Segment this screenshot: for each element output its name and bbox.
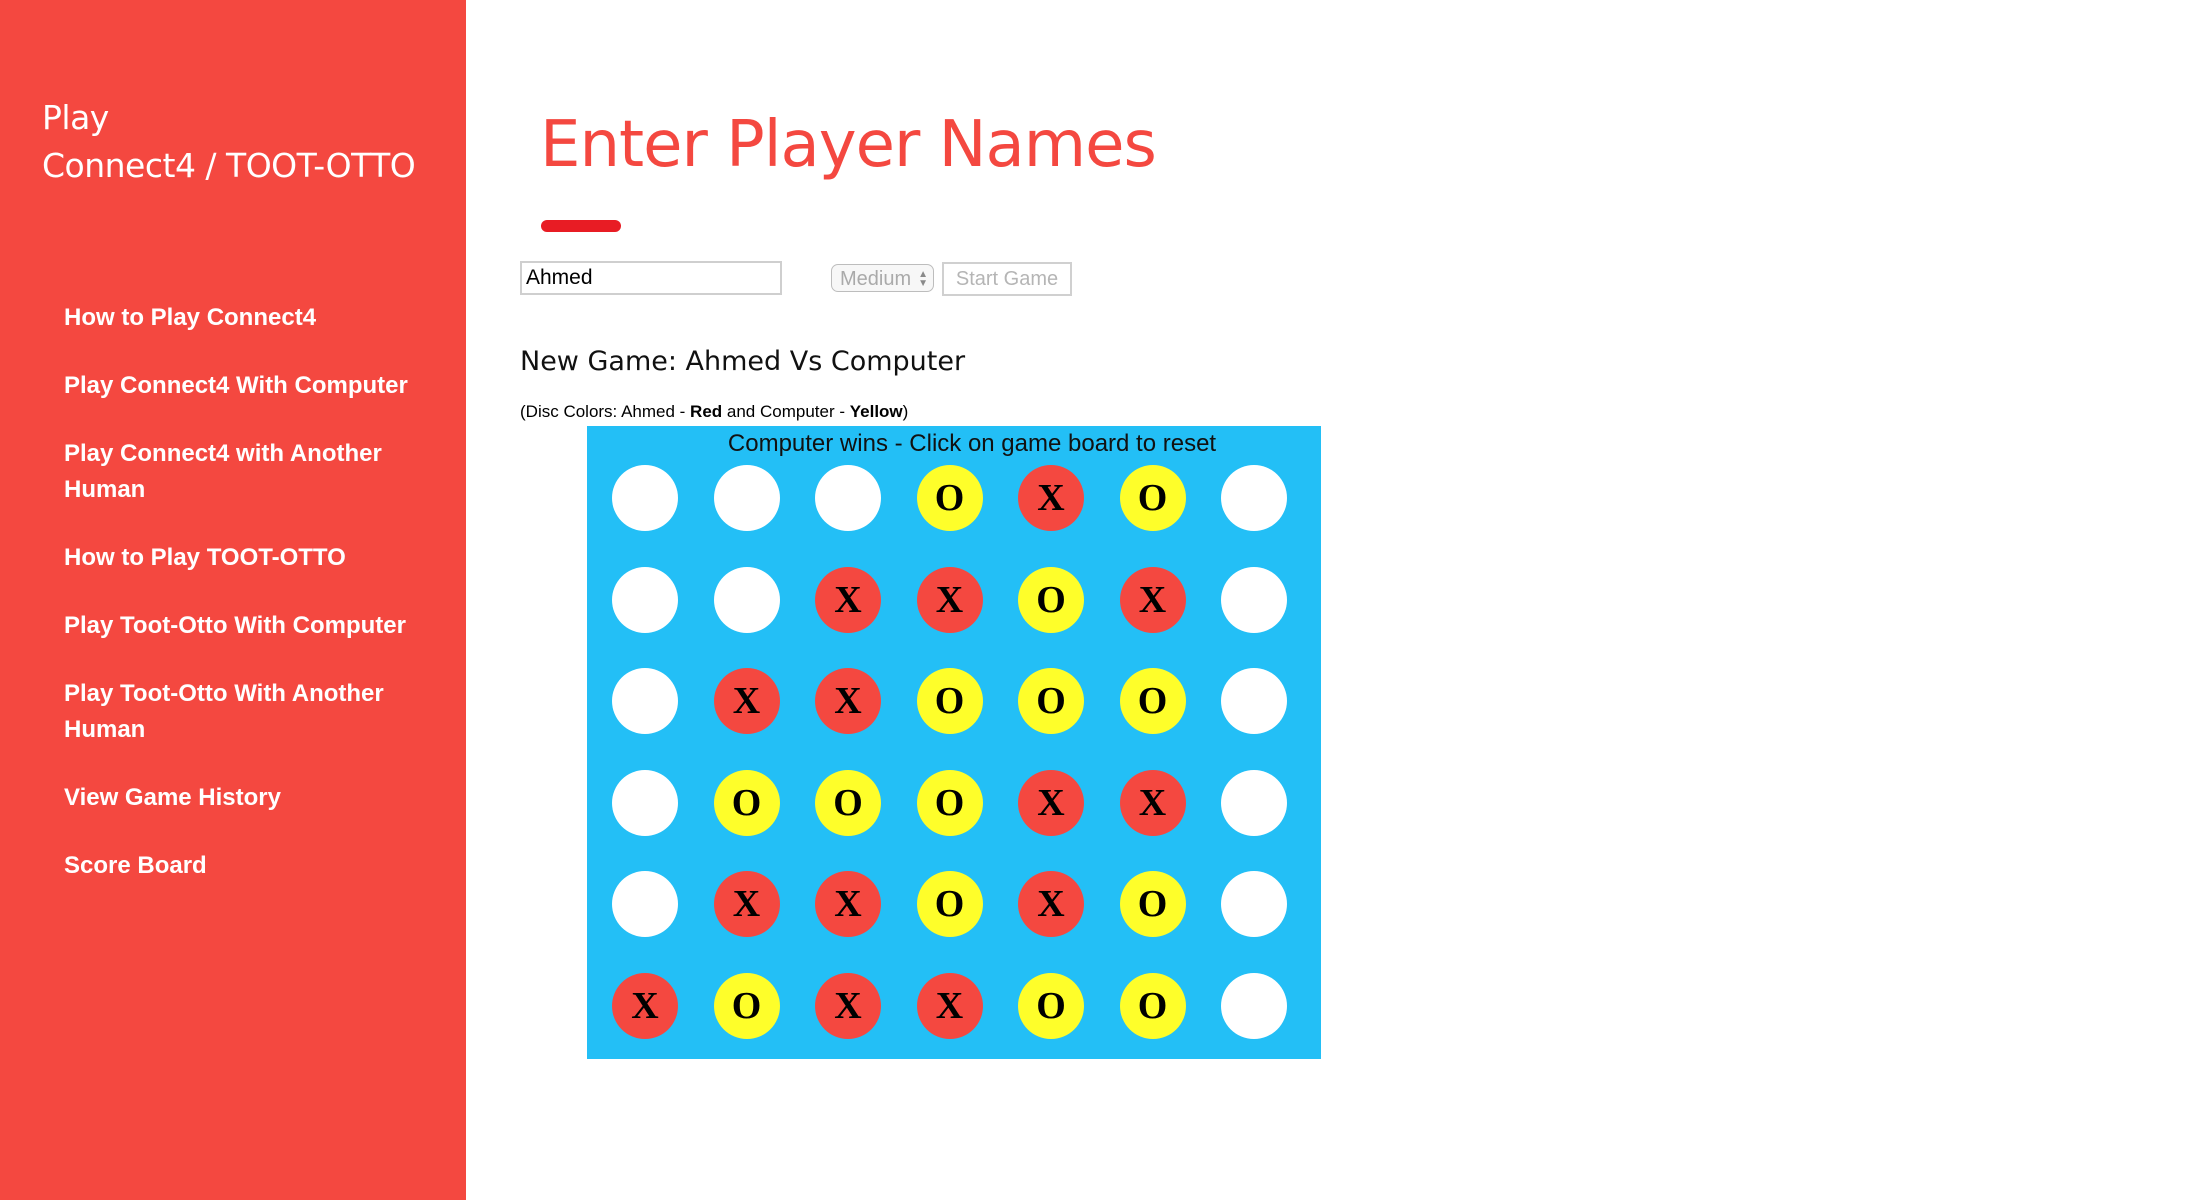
sidebar-item-toot-otto-human[interactable]: Play Toot-Otto With Another Human xyxy=(64,676,434,748)
board-cell-r6-c1-red-x[interactable]: X xyxy=(612,972,678,1039)
board-cell-r2-c2-empty[interactable] xyxy=(713,566,780,633)
player-color: Red xyxy=(690,402,723,421)
computer-color: Yellow xyxy=(849,402,903,421)
board-cell-r6-c4-red-x[interactable]: X xyxy=(916,972,983,1039)
sidebar-item-connect4-human[interactable]: Play Connect4 with Another Human xyxy=(64,436,434,508)
board-cell-r3-c3-red-x[interactable]: X xyxy=(815,668,881,734)
page-title: Enter Player Names xyxy=(540,108,1157,182)
disc-colors-prefix: (Disc Colors: Ahmed - xyxy=(520,402,691,421)
board-cell-r5-c3-red-x[interactable]: X xyxy=(815,871,881,937)
board-cell-r6-c3-red-x[interactable]: X xyxy=(815,972,881,1039)
board-cell-r3-c6-yellow-o[interactable]: O xyxy=(1119,668,1186,734)
board-cell-r1-c2-empty[interactable] xyxy=(713,465,780,531)
board-cell-r4-c6-red-x[interactable]: X xyxy=(1119,769,1186,836)
board-cell-r3-c2-red-x[interactable]: X xyxy=(713,668,780,734)
board-cell-r2-c6-red-x[interactable]: X xyxy=(1119,566,1186,633)
board-cell-r4-c7-empty[interactable] xyxy=(1221,769,1287,836)
sidebar-item-how-to-play-connect4[interactable]: How to Play Connect4 xyxy=(64,300,434,336)
board-cell-r3-c7-empty[interactable] xyxy=(1221,668,1287,734)
new-game-heading: New Game: Ahmed Vs Computer xyxy=(520,346,966,377)
board-status: Computer wins - Click on game board to r… xyxy=(727,430,1217,457)
sidebar-nav: How to Play Connect4 Play Connect4 With … xyxy=(64,300,434,916)
main-content: Enter Player Names Medium ▲▼ Start Game … xyxy=(466,0,2198,1200)
board-cell-r5-c7-empty[interactable] xyxy=(1221,871,1287,937)
brand-line-2: Connect4 / TOOT-OTTO xyxy=(42,146,416,185)
board-cell-r5-c4-yellow-o[interactable]: O xyxy=(916,871,983,937)
board-cell-r1-c1-empty[interactable] xyxy=(612,465,678,531)
board-cell-r6-c6-yellow-o[interactable]: O xyxy=(1119,972,1186,1039)
disc-colors-suffix: ) xyxy=(902,402,909,421)
start-game-button[interactable]: Start Game xyxy=(942,262,1072,296)
board-cell-r1-c4-yellow-o[interactable]: O xyxy=(916,465,983,531)
board-cell-r1-c3-empty[interactable] xyxy=(815,465,881,531)
board-cell-r3-c1-empty[interactable] xyxy=(612,668,678,734)
board-cell-r2-c7-empty[interactable] xyxy=(1221,566,1287,633)
disc-colors-middle: and Computer - xyxy=(722,402,850,421)
select-arrows-icon: ▲ ▼ xyxy=(918,269,928,289)
board-cell-r6-c5-yellow-o[interactable]: O xyxy=(1018,972,1084,1039)
board-cell-r4-c5-red-x[interactable]: X xyxy=(1018,769,1084,836)
disc-colors-note: (Disc Colors: Ahmed - Red and Computer -… xyxy=(520,400,908,424)
board-cell-r2-c3-red-x[interactable]: X xyxy=(815,566,881,633)
board-cell-r3-c4-yellow-o[interactable]: O xyxy=(916,668,983,734)
brand-title[interactable]: Play Connect4 / TOOT-OTTO xyxy=(42,94,442,190)
board-cell-r4-c3-yellow-o[interactable]: O xyxy=(815,769,881,836)
board-cell-r3-c5-yellow-o[interactable]: O xyxy=(1018,668,1084,734)
board-cell-r6-c7-empty[interactable] xyxy=(1221,972,1287,1039)
board-cell-r2-c1-empty[interactable] xyxy=(612,566,678,633)
sidebar-item-score-board[interactable]: Score Board xyxy=(64,848,434,884)
board-cell-r4-c2-yellow-o[interactable]: O xyxy=(713,769,780,836)
difficulty-select[interactable]: Medium ▲ ▼ xyxy=(831,264,934,292)
board-cell-r2-c5-yellow-o[interactable]: O xyxy=(1018,566,1084,633)
sidebar-item-how-to-play-toot-otto[interactable]: How to Play TOOT-OTTO xyxy=(64,540,434,576)
difficulty-value: Medium xyxy=(840,268,912,290)
board-cell-r5-c5-red-x[interactable]: X xyxy=(1018,871,1084,937)
brand-line-1: Play xyxy=(42,98,109,137)
board-cell-r1-c7-empty[interactable] xyxy=(1221,465,1287,531)
board-cell-r2-c4-red-x[interactable]: X xyxy=(916,566,983,633)
sidebar-item-game-history[interactable]: View Game History xyxy=(64,780,434,816)
board-cell-r1-c6-yellow-o[interactable]: O xyxy=(1119,465,1186,531)
board-cell-r1-c5-red-x[interactable]: X xyxy=(1018,465,1084,531)
board-cell-r6-c2-yellow-o[interactable]: O xyxy=(713,972,780,1039)
title-underline xyxy=(541,220,621,232)
game-board[interactable]: Computer wins - Click on game board to r… xyxy=(587,426,1321,1059)
board-cell-r4-c4-yellow-o[interactable]: O xyxy=(916,769,983,836)
player-name-input[interactable] xyxy=(520,261,782,295)
sidebar: Play Connect4 / TOOT-OTTO How to Play Co… xyxy=(0,0,466,1200)
board-cell-r5-c2-red-x[interactable]: X xyxy=(713,871,780,937)
board-cell-r5-c6-yellow-o[interactable]: O xyxy=(1119,871,1186,937)
board-cell-r4-c1-empty[interactable] xyxy=(612,769,678,836)
sidebar-item-toot-otto-computer[interactable]: Play Toot-Otto With Computer xyxy=(64,608,434,644)
sidebar-item-connect4-computer[interactable]: Play Connect4 With Computer xyxy=(64,368,434,404)
board-cell-r5-c1-empty[interactable] xyxy=(612,871,678,937)
